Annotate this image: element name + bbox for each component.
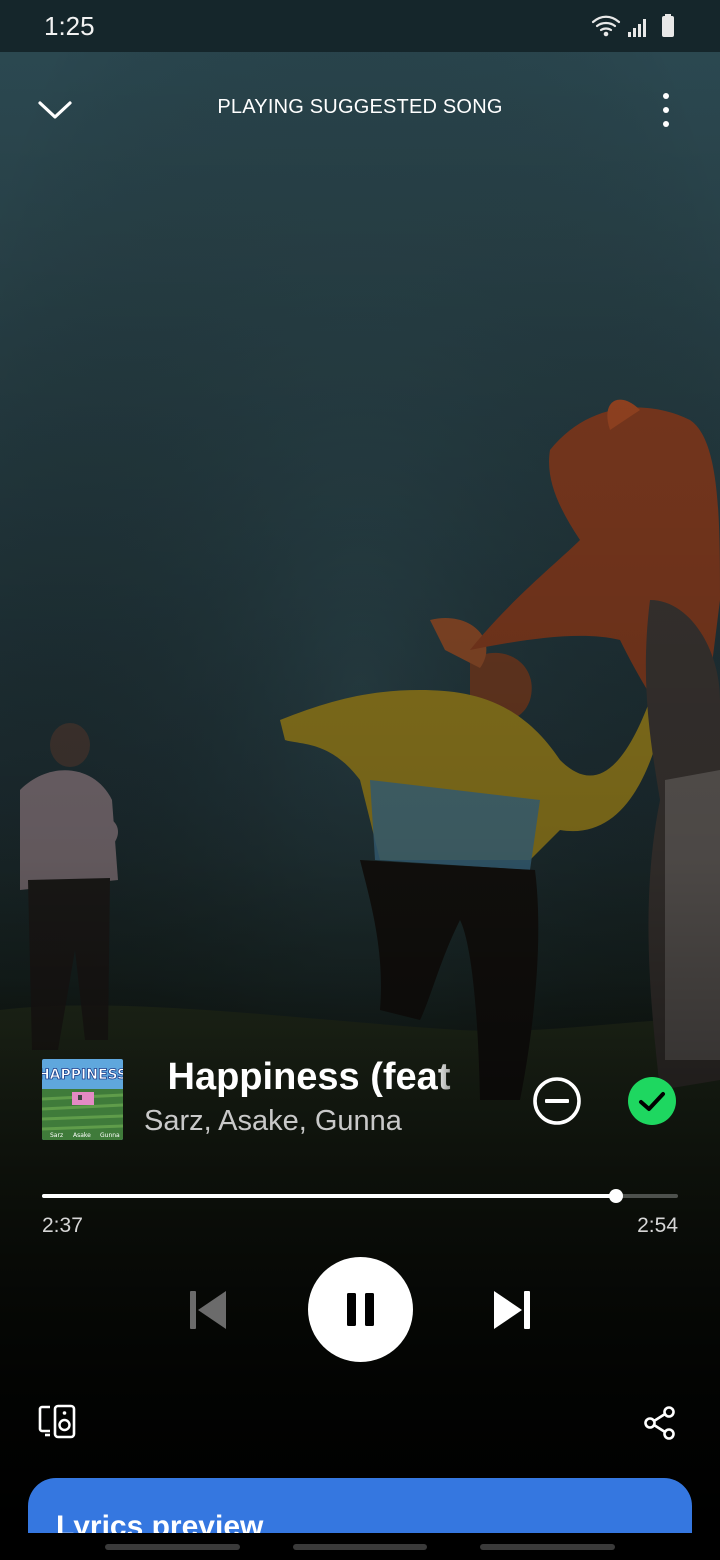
now-playing-screen: 1:25 PLAYING SUGGESTED SONG HAPPINESS Sa… [0,0,720,1560]
chevron-down-icon [38,101,72,119]
share-button[interactable] [642,1405,678,1441]
track-artists[interactable]: Sarz, Asake, Gunna [144,1105,402,1138]
collapse-player-button[interactable] [30,84,80,134]
connect-devices-icon [38,1404,76,1439]
album-art[interactable]: HAPPINESS Sarz Asake Gunna [42,1059,123,1140]
album-art-credit: Sarz [50,1132,63,1139]
track-title[interactable]: Happiness (feat [144,1056,474,1102]
more-options-button[interactable] [648,88,684,132]
hide-song-button[interactable] [530,1074,584,1128]
liked-button[interactable] [626,1075,678,1127]
signal-icon [628,19,646,37]
next-track-button[interactable] [488,1286,536,1334]
check-circle-icon [628,1077,676,1125]
previous-track-button[interactable] [184,1286,232,1334]
pause-icon [347,1293,374,1326]
skip-next-icon [494,1291,530,1329]
system-navigation-bar [0,1533,720,1560]
play-pause-button[interactable] [308,1257,413,1362]
album-art-title: HAPPINESS [42,1067,123,1083]
album-art-credit: Asake [73,1132,91,1139]
wifi-icon [591,15,621,37]
progress-scrubber-handle[interactable] [608,1189,623,1203]
elapsed-time: 2:37 [42,1214,83,1237]
nav-recents-handle[interactable] [105,1544,240,1550]
connect-devices-button[interactable] [38,1404,78,1440]
more-vertical-icon [663,93,669,127]
album-art-credit: Gunna [100,1132,120,1139]
nav-back-handle[interactable] [480,1544,615,1550]
playback-progress-bar[interactable] [42,1186,678,1208]
battery-icon [662,14,674,37]
total-time: 2:54 [637,1214,678,1237]
status-icons [590,14,680,40]
player-header: PLAYING SUGGESTED SONG [0,78,720,138]
status-time: 1:25 [44,11,95,41]
player-context-title: PLAYING SUGGESTED SONG [217,96,503,118]
skip-previous-icon [190,1291,226,1329]
minus-circle-icon [533,1077,581,1125]
progress-fill [42,1194,616,1198]
share-icon [644,1406,675,1440]
nav-home-handle[interactable] [293,1544,427,1550]
status-bar: 1:25 [0,0,720,52]
